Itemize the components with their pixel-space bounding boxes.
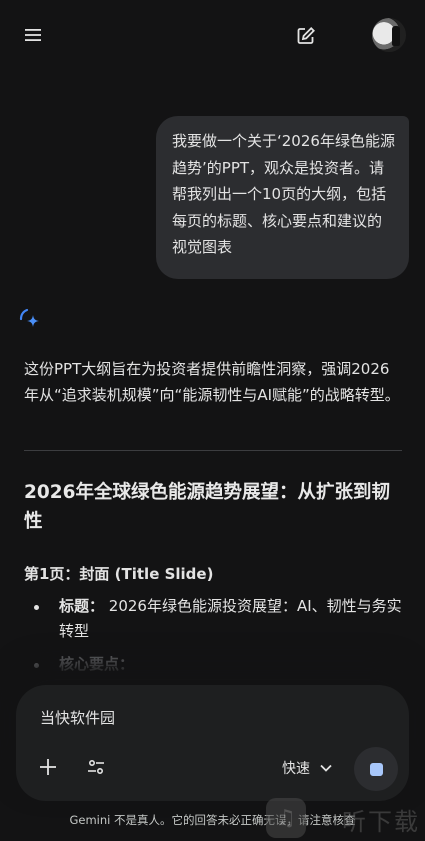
avatar[interactable] [372, 18, 406, 52]
list-item: 标题： 2026年绿色能源投资展望：AI、韧性与务实转型 [24, 594, 404, 644]
gemini-spark-icon [16, 305, 44, 333]
avatar-figure [392, 26, 400, 46]
bullet-label: 核心要点： [59, 655, 135, 673]
tune-sliders-icon[interactable] [84, 755, 108, 779]
watermark-logo-icon: ♫ [266, 798, 306, 838]
prompt-input[interactable]: 当快软件园 [40, 707, 115, 729]
page1-bullets: 标题： 2026年绿色能源投资展望：AI、韧性与务实转型 核心要点： [24, 594, 404, 677]
list-item: 核心要点： [24, 652, 404, 677]
outline-heading: 2026年全球绿色能源趋势展望：从扩张到韧性 [24, 482, 390, 532]
bullet-label: 标题： [59, 597, 105, 615]
watermark-text: 听下载 [342, 808, 420, 836]
bullet-text: 2026年绿色能源投资展望：AI、韧性与务实转型 [59, 597, 402, 640]
mode-selector[interactable]: 快速 [282, 757, 332, 779]
response-intro: 这份PPT大纲旨在为投资者提供前瞻性洞察，强调2026年从“追求装机规模”向“能… [24, 360, 400, 404]
user-message-bubble: 我要做一个关于‘2026年绿色能源趋势’的PPT，观众是投资者。请帮我列出一个1… [156, 116, 409, 279]
page1-title: 第1页：封面 (Title Slide) [24, 565, 214, 583]
gemini-app: 我要做一个关于‘2026年绿色能源趋势’的PPT，观众是投资者。请帮我列出一个1… [0, 0, 425, 841]
stop-button[interactable] [354, 747, 398, 791]
plus-icon[interactable] [36, 755, 60, 779]
divider [24, 450, 402, 451]
top-bar [0, 0, 425, 72]
hamburger-menu-icon[interactable] [20, 22, 46, 48]
chevron-down-icon [320, 764, 332, 772]
mode-label: 快速 [282, 761, 310, 777]
stop-square-icon [369, 762, 383, 776]
prompt-composer: 当快软件园 快速 [16, 685, 409, 801]
edit-pencil-icon[interactable] [292, 22, 320, 50]
watermark: ♫ 听下载 [264, 796, 425, 841]
